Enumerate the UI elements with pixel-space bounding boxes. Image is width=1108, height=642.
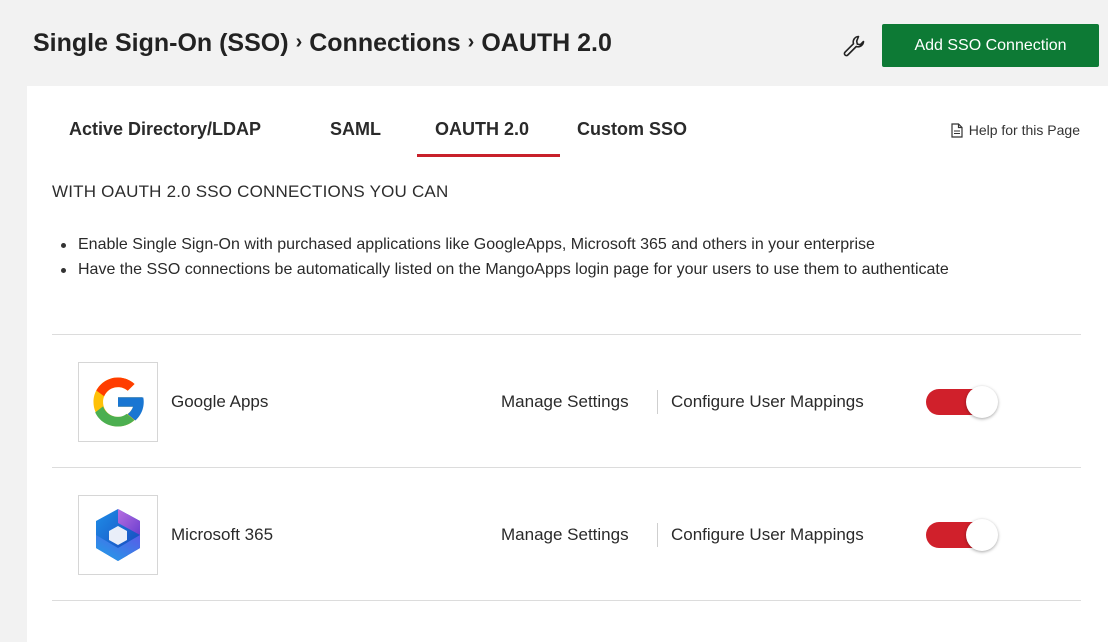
enable-toggle[interactable] (926, 519, 999, 551)
tab-custom-sso[interactable]: Custom SSO (577, 119, 687, 140)
list-item: Have the SSO connections be automaticall… (57, 257, 1067, 282)
list-item: Enable Single Sign-On with purchased app… (57, 232, 1067, 257)
breadcrumb: Single Sign-On (SSO) › Connections › OAU… (33, 29, 612, 58)
section-title: WITH OAUTH 2.0 SSO CONNECTIONS YOU CAN (52, 182, 449, 201)
manage-settings-link[interactable]: Manage Settings (501, 525, 629, 545)
configure-user-mappings-link[interactable]: Configure User Mappings (671, 525, 864, 545)
connection-name: Microsoft 365 (171, 525, 274, 544)
breadcrumb-separator: › (467, 31, 475, 53)
wrench-icon[interactable] (841, 33, 867, 59)
help-label: Help for this Page (968, 122, 1080, 138)
breadcrumb-separator: › (295, 31, 303, 53)
feature-list: Enable Single Sign-On with purchased app… (57, 232, 1067, 282)
document-icon (951, 122, 963, 138)
page-header: Single Sign-On (SSO) › Connections › OAU… (0, 0, 1108, 86)
separator (657, 523, 658, 547)
connection-name: Google Apps (171, 392, 269, 411)
help-link[interactable]: Help for this Page (951, 122, 1080, 138)
tab-oauth-2[interactable]: OAUTH 2.0 (435, 119, 529, 140)
breadcrumb-connections[interactable]: Connections (309, 29, 460, 58)
tab-saml[interactable]: SAML (330, 119, 381, 140)
connection-row-google: Google Apps Manage Settings Configure Us… (52, 335, 1081, 467)
tab-active-directory-ldap[interactable]: Active Directory/LDAP (69, 119, 261, 140)
configure-user-mappings-link[interactable]: Configure User Mappings (671, 392, 864, 412)
main-panel: Active Directory/LDAP SAML OAUTH 2.0 Cus… (27, 86, 1108, 642)
breadcrumb-sso[interactable]: Single Sign-On (SSO) (33, 29, 289, 58)
breadcrumb-current: OAUTH 2.0 (481, 29, 612, 57)
separator (657, 390, 658, 414)
microsoft-365-logo-icon (78, 495, 158, 575)
google-logo-icon (78, 362, 158, 442)
manage-settings-link[interactable]: Manage Settings (501, 392, 629, 412)
divider (52, 600, 1081, 601)
add-sso-connection-button[interactable]: Add SSO Connection (882, 24, 1099, 67)
connection-row-microsoft-365: Microsoft 365 Manage Settings Configure … (52, 468, 1081, 600)
enable-toggle[interactable] (926, 386, 999, 418)
active-tab-indicator (417, 154, 560, 157)
